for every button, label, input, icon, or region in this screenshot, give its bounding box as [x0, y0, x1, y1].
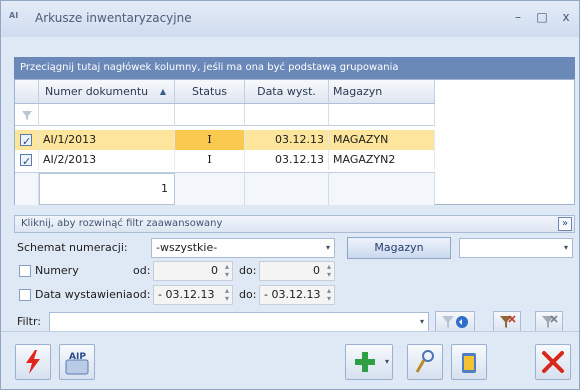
maximize-button[interactable]: □: [533, 9, 551, 25]
numery-do-value: 0: [313, 264, 320, 277]
filter-row-indicator: [15, 104, 39, 126]
header-indicator-cell: [15, 80, 39, 104]
data-od-label: od:: [133, 288, 151, 301]
data-do-label: do:: [239, 288, 257, 301]
data-wystawienia-label: Data wystawienia: [35, 288, 133, 301]
bottom-toolbar: AIP ▾: [1, 331, 579, 389]
funnel-icon: [22, 111, 32, 120]
svg-text:AIP: AIP: [69, 352, 86, 362]
spinner-icon[interactable]: ▴ ▾: [225, 287, 229, 303]
lightning-icon: [26, 350, 40, 374]
filter-cell-status[interactable]: [175, 104, 245, 126]
numery-od-field[interactable]: 0 ▴ ▾: [153, 261, 233, 281]
numery-do-field[interactable]: 0 ▴ ▾: [259, 261, 335, 281]
summary-indicator: [15, 173, 39, 205]
schemat-label: Schemat numeracji:: [17, 241, 128, 254]
data-do-value: - 03.12.13: [264, 288, 321, 301]
cell-status[interactable]: I: [175, 130, 245, 150]
filter-apply-icon: [442, 316, 468, 328]
summary-status: [175, 173, 245, 205]
clear-filter-button[interactable]: [493, 311, 521, 333]
aip-icon: AIP: [65, 352, 89, 375]
close-icon: [542, 351, 564, 373]
magazyn-button[interactable]: Magazyn: [347, 237, 451, 259]
cell-magazyn[interactable]: MAGAZYN2: [329, 150, 435, 170]
documents-grid: Numer dokumentu ▲ Status Data wyst. Maga…: [14, 79, 575, 205]
advanced-filter-bar[interactable]: Kliknij, aby rozwinąć filtr zaawansowany…: [14, 215, 575, 233]
numery-label: Numery: [35, 264, 79, 277]
schemat-select[interactable]: -wszystkie- ▾: [151, 238, 335, 258]
cell-data[interactable]: 03.12.13: [245, 150, 329, 170]
lightning-button[interactable]: [15, 344, 51, 380]
spinner-icon[interactable]: ▴ ▾: [327, 263, 331, 279]
row-checkbox-cell[interactable]: [15, 150, 39, 172]
advanced-filter-label: Kliknij, aby rozwinąć filtr zaawansowany: [21, 218, 223, 229]
data-do-field[interactable]: - 03.12.13 ▴ ▾: [259, 285, 335, 305]
spinner-icon[interactable]: ▴ ▾: [225, 263, 229, 279]
expand-icon[interactable]: »: [558, 217, 572, 231]
summary-magazyn: [329, 173, 435, 205]
edit-icon: [415, 350, 434, 373]
delete-button[interactable]: [451, 344, 487, 380]
delete-icon: [462, 353, 476, 373]
filter-cell-magazyn[interactable]: [329, 104, 435, 126]
column-header-numer[interactable]: Numer dokumentu ▲: [39, 80, 175, 104]
numery-checkbox[interactable]: [19, 265, 31, 277]
cell-data[interactable]: 03.12.13: [245, 130, 329, 150]
row-checkbox-cell[interactable]: [15, 130, 39, 152]
column-header-data[interactable]: Data wyst.: [245, 80, 329, 104]
numery-od-label: od:: [133, 264, 151, 277]
cell-magazyn[interactable]: MAGAZYN: [329, 130, 435, 150]
table-row[interactable]: AI/1/2013 I 03.12.13 MAGAZYN: [15, 130, 435, 152]
filter-cell-numer[interactable]: [39, 104, 175, 126]
add-button[interactable]: ▾: [345, 344, 393, 380]
chevron-down-icon[interactable]: ▾: [385, 345, 389, 379]
remove-filter-button[interactable]: [535, 311, 563, 333]
close-button[interactable]: [535, 344, 571, 380]
filtr-input[interactable]: ▾: [49, 312, 429, 332]
chevron-down-icon: ▾: [563, 243, 568, 252]
summary-data: [245, 173, 329, 205]
filter-clear-icon: [500, 315, 516, 328]
apply-filter-button[interactable]: [435, 311, 475, 333]
magazyn-select[interactable]: ▾: [459, 238, 573, 258]
chevron-down-icon: ▾: [325, 243, 330, 252]
schemat-value: -wszystkie-: [156, 241, 218, 254]
window: AI Arkusze inwentaryzacyjne – □ x Przeci…: [0, 0, 580, 390]
title-bar[interactable]: AI Arkusze inwentaryzacyjne – □ x: [1, 1, 579, 37]
window-title: Arkusze inwentaryzacyjne: [35, 11, 192, 25]
close-window-button[interactable]: x: [557, 9, 575, 25]
numery-od-value: 0: [211, 264, 218, 277]
column-header-status[interactable]: Status: [175, 80, 245, 104]
cell-numer[interactable]: AI/2/2013: [39, 150, 175, 170]
column-header-magazyn[interactable]: Magazyn: [329, 80, 435, 104]
row-checkbox[interactable]: [20, 152, 32, 172]
filter-remove-icon: [542, 315, 558, 328]
table-row[interactable]: AI/2/2013 I 03.12.13 MAGAZYN2: [15, 150, 435, 172]
cell-status[interactable]: I: [175, 150, 245, 170]
filtr-label: Filtr:: [17, 315, 41, 328]
cell-numer[interactable]: AI/1/2013: [39, 130, 175, 150]
numery-do-label: do:: [239, 264, 257, 277]
add-icon: [355, 352, 375, 372]
group-by-panel[interactable]: Przeciągnij tutaj nagłówek kolumny, jeśl…: [14, 57, 575, 79]
data-od-value: - 03.12.13: [158, 288, 215, 301]
edit-button[interactable]: [407, 344, 443, 380]
data-od-field[interactable]: - 03.12.13 ▴ ▾: [153, 285, 233, 305]
sort-ascending-icon: ▲: [159, 87, 166, 96]
row-checkbox[interactable]: [20, 132, 32, 152]
aip-button[interactable]: AIP: [59, 344, 95, 380]
column-header-numer-label: Numer dokumentu: [45, 85, 149, 98]
minimize-button[interactable]: –: [509, 9, 527, 25]
data-wystawienia-checkbox[interactable]: [19, 289, 31, 301]
spinner-icon[interactable]: ▴ ▾: [327, 287, 331, 303]
app-icon: AI: [9, 11, 19, 20]
summary-row: 1: [15, 172, 435, 205]
filter-cell-data[interactable]: [245, 104, 329, 126]
chevron-down-icon: ▾: [419, 317, 424, 326]
summary-count: 1: [39, 173, 175, 205]
